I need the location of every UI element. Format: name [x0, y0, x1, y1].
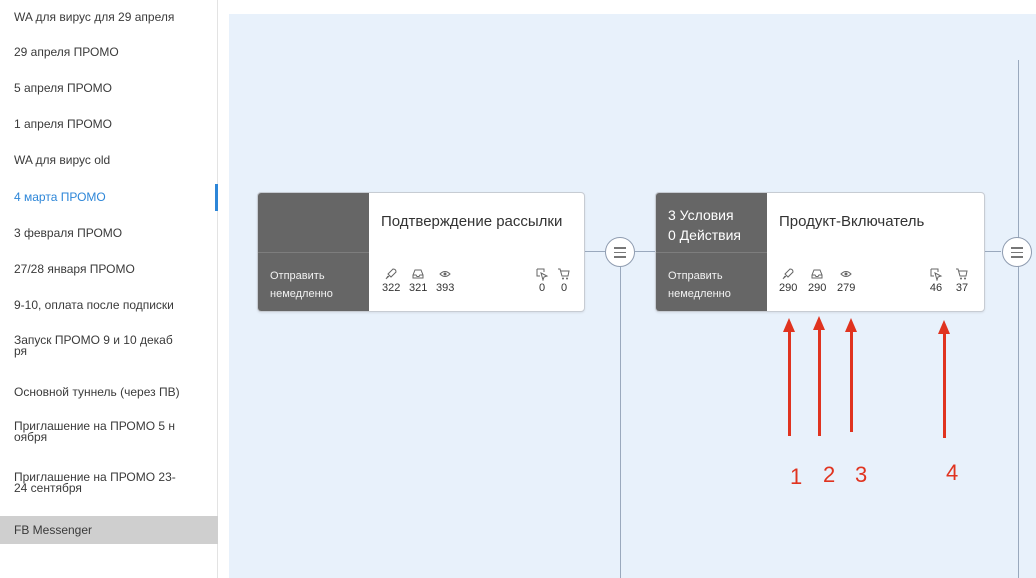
- sidebar-item[interactable]: 29 апреля ПРОМО: [0, 46, 218, 59]
- connector-line: [1018, 60, 1019, 578]
- sidebar: WA для вирус для 29 апреля 29 апреля ПРО…: [0, 0, 218, 578]
- flow-node[interactable]: Отправить немедленно Подтверждение рассы…: [257, 192, 585, 312]
- sidebar-item[interactable]: Приглашение на ПРОМО 5 н оября: [0, 420, 218, 443]
- send-label: Отправить: [668, 270, 723, 282]
- sidebar-item-active[interactable]: 4 марта ПРОМО: [0, 184, 218, 211]
- sidebar-item[interactable]: WA для вирус old: [0, 154, 218, 167]
- stat-sent: 322: [382, 267, 400, 294]
- node-conditions: [258, 193, 369, 253]
- send-when-label: немедленно: [668, 288, 731, 300]
- annotation-arrow: [943, 332, 946, 438]
- menu-lines-icon: [614, 247, 626, 249]
- connector-line: [984, 251, 1001, 252]
- cart-icon: [557, 267, 571, 281]
- flow-node[interactable]: 3 Условия 0 Действия Отправить немедленн…: [655, 192, 985, 312]
- stat-value: 0: [560, 282, 568, 294]
- sidebar-item[interactable]: Запуск ПРОМО 9 и 10 декаб ря: [0, 334, 218, 357]
- menu-lines-icon: [614, 251, 626, 253]
- node-trigger-panel: Отправить немедленно: [258, 193, 369, 311]
- stat-clicked: 0: [535, 267, 549, 294]
- eye-icon: [438, 267, 452, 281]
- actions-label: 0 Действия: [668, 227, 742, 243]
- menu-lines-icon: [1011, 256, 1023, 258]
- send-label: Отправить: [270, 270, 325, 282]
- sidebar-item[interactable]: WA для вирус для 29 апреля: [0, 11, 218, 24]
- menu-lines-icon: [614, 256, 626, 258]
- sidebar-item[interactable]: 27/28 января ПРОМО: [0, 263, 218, 276]
- stat-sent: 290: [779, 267, 797, 294]
- stat-purchased: 37: [955, 267, 969, 294]
- inbox-icon: [411, 267, 425, 281]
- stat-value: 321: [409, 282, 428, 294]
- connector-line: [635, 251, 655, 252]
- sidebar-item[interactable]: 9-10, оплата после подписки: [0, 299, 218, 312]
- sidebar-item[interactable]: 5 апреля ПРОМО: [0, 82, 218, 95]
- stat-value: 37: [955, 282, 969, 294]
- node-title[interactable]: Подтверждение рассылки: [381, 213, 562, 230]
- annotation-label: 4: [946, 460, 959, 485]
- node-title[interactable]: Продукт-Включатель: [779, 213, 924, 230]
- rocket-icon: [384, 267, 398, 281]
- annotation-arrow: [818, 328, 821, 436]
- stat-value: 0: [538, 282, 546, 294]
- stat-purchased: 0: [557, 267, 571, 294]
- send-timing: Отправить немедленно: [270, 267, 333, 303]
- menu-lines-icon: [1011, 247, 1023, 249]
- send-timing: Отправить немедленно: [668, 267, 731, 303]
- stat-opened: 279: [837, 267, 855, 294]
- menu-lines-icon: [1011, 251, 1023, 253]
- conditions-label: 3 Условия: [668, 207, 734, 223]
- node-trigger-panel: 3 Условия 0 Действия Отправить немедленн…: [656, 193, 767, 311]
- cursor-icon: [929, 267, 943, 282]
- inbox-icon: [810, 267, 824, 281]
- annotation-label: 1: [790, 464, 803, 489]
- sidebar-item-selected[interactable]: FB Messenger: [0, 516, 218, 544]
- node-conditions: 3 Условия 0 Действия: [656, 193, 767, 253]
- send-when-label: немедленно: [270, 288, 333, 300]
- stat-value: 279: [837, 282, 856, 294]
- cart-icon: [955, 267, 969, 281]
- stat-value: 290: [779, 282, 798, 294]
- sidebar-item[interactable]: Основной туннель (через ПВ): [0, 386, 218, 399]
- stat-value: 290: [808, 282, 827, 294]
- stat-value: 322: [382, 282, 401, 294]
- connector-line: [585, 251, 605, 252]
- stat-delivered: 290: [808, 267, 826, 294]
- stat-value: 46: [929, 282, 943, 294]
- annotation-label: 3: [855, 462, 868, 487]
- sidebar-item[interactable]: Приглашение на ПРОМО 23- 24 сентября: [0, 471, 218, 494]
- connector-line: [620, 267, 621, 578]
- cursor-icon: [535, 267, 549, 282]
- rocket-icon: [781, 267, 795, 281]
- stat-value: 393: [436, 282, 455, 294]
- stat-clicked: 46: [929, 267, 943, 294]
- stat-opened: 393: [436, 267, 454, 294]
- annotation-arrow: [850, 330, 853, 432]
- annotation-label: 2: [823, 462, 836, 487]
- stat-delivered: 321: [409, 267, 427, 294]
- node-menu-button[interactable]: [1002, 237, 1032, 267]
- eye-icon: [839, 267, 853, 281]
- annotation-arrow: [788, 330, 791, 436]
- sidebar-item[interactable]: 3 февраля ПРОМО: [0, 227, 218, 240]
- sidebar-item[interactable]: 1 апреля ПРОМО: [0, 118, 218, 131]
- node-menu-button[interactable]: [605, 237, 635, 267]
